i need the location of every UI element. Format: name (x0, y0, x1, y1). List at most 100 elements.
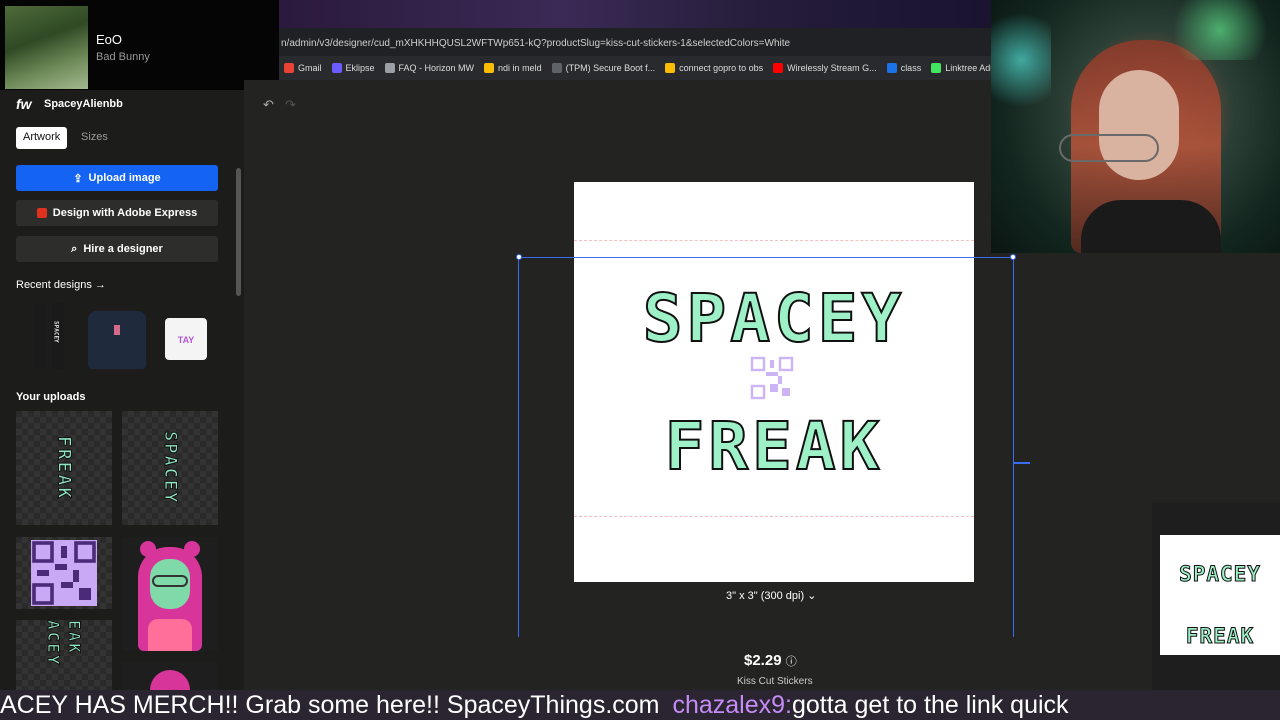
recent-designs-label: Recent designs (16, 279, 92, 291)
bookmark-favicon-icon (331, 63, 342, 73)
adobe-icon (36, 208, 47, 218)
bookmark-label: Gmail (298, 63, 322, 73)
mug-print: TAY (177, 335, 195, 345)
bookmark-favicon-icon (886, 63, 897, 73)
bookmark-favicon-icon (773, 63, 784, 73)
pants-image-leg: SPACEY (52, 303, 65, 369)
ticker-chat-user: chazalex9: (672, 691, 792, 719)
hire-designer-button[interactable]: ⌕ Hire a designer (16, 236, 218, 262)
bookmark-favicon-icon (384, 63, 395, 73)
address-bar[interactable]: n/admin/v3/designer/cud_mXHKHHQUSL2WFTWp… (279, 28, 991, 56)
bookmark-label: class (900, 63, 922, 73)
rotate-handle[interactable] (1014, 462, 1030, 464)
upload-spacey-freak-vertical[interactable]: ACEY EAK (16, 620, 112, 690)
alien-shirt (148, 619, 192, 651)
resize-handle-top-left[interactable] (516, 254, 522, 260)
bookmark-favicon-icon (551, 63, 562, 73)
chevron-down-icon: ⌄ (807, 590, 817, 602)
pants-image (34, 303, 46, 369)
upload-spacey-text: SPACEY (160, 431, 181, 505)
upload-spacey-vertical[interactable]: SPACEY (122, 411, 218, 525)
bookmark-favicon-icon (484, 63, 495, 73)
size-dropdown[interactable]: 3" x 3" (300 dpi) ⌄ (726, 589, 816, 602)
bookmark-label: Linktree Admin (945, 63, 991, 73)
bookmark-favicon-icon (665, 63, 676, 73)
preview-text-spacey: SPACEY (1179, 562, 1261, 587)
bookmark-item[interactable]: Linktree Admin (926, 63, 991, 73)
ticker-message: ACEY HAS MERCH!! Grab some here!! Spacey… (0, 691, 660, 719)
selection-border-top (519, 257, 1014, 258)
redo-icon[interactable]: ↷ (285, 97, 296, 113)
product-name: Kiss Cut Stickers (737, 676, 813, 687)
bookmark-item[interactable]: Eklipse (327, 63, 380, 73)
upload-alien-partial[interactable] (122, 662, 218, 690)
alien-partial-hair (150, 670, 190, 690)
resize-handle-top-right[interactable] (1010, 254, 1016, 260)
bookmark-item[interactable]: (TPM) Secure Boot f... (547, 63, 661, 73)
info-icon[interactable]: ⓘ (786, 656, 797, 668)
design-text-spacey[interactable]: SPACEY (578, 283, 970, 355)
bookmark-label: connect gopro to obs (679, 63, 764, 73)
upload-label: Upload image (88, 172, 161, 184)
streamer-glasses (1059, 134, 1159, 162)
adobe-label: Design with Adobe Express (52, 207, 198, 219)
alien-bun-left (140, 541, 156, 557)
music-artist: Bad Bunny (96, 51, 150, 63)
brand-logo: fw (16, 96, 32, 112)
hire-label: Hire a designer (83, 243, 163, 255)
qr-code-icon (31, 540, 97, 606)
recent-design-tshirt[interactable] (88, 311, 146, 369)
upload-icon: ⇪ (73, 172, 83, 185)
upload-image-button[interactable]: ⇪ Upload image (16, 165, 218, 191)
your-uploads-heading: Your uploads (16, 391, 86, 403)
price-display: $2.29 ⓘ (744, 652, 797, 669)
bookmarks-bar: Gmail Eklipse FAQ - Horizon MW ndi in meld (… (279, 56, 991, 80)
adobe-express-button[interactable]: Design with Adobe Express (16, 200, 218, 226)
qr-code-overlay[interactable] (750, 356, 794, 400)
upload-freak-text: FREAK (53, 435, 75, 501)
bookmark-label: ndi in meld (498, 63, 542, 73)
upload-eak-text: EAK (65, 620, 85, 655)
design-text-freak[interactable]: FREAK (578, 411, 970, 483)
upload-acey-text: ACEY (44, 620, 64, 667)
bookmark-label: (TPM) Secure Boot f... (565, 63, 656, 73)
selection-border-left (518, 257, 519, 637)
upload-alien-avatar[interactable] (122, 537, 218, 651)
selection-border-right (1013, 257, 1014, 637)
pants-print: SPACEY (52, 321, 60, 343)
store-name: SpaceyAlienbb (44, 98, 123, 110)
alien-glasses (152, 575, 188, 587)
recent-design-mug[interactable]: TAY (165, 318, 207, 360)
browser-tab-strip (279, 0, 991, 28)
webcam-light-left (991, 0, 1051, 120)
stream-ticker: ACEY HAS MERCH!! Grab some here!! Spacey… (0, 690, 1280, 720)
streamer-face (1099, 70, 1179, 180)
preview-text-freak: FREAK (1185, 624, 1255, 649)
safe-area-top-guide (574, 240, 974, 241)
bookmark-item[interactable]: Wirelessly Stream G... (768, 63, 882, 73)
price-value: $2.29 (744, 652, 782, 669)
album-art (5, 6, 88, 89)
bookmark-favicon-icon (931, 63, 942, 73)
recent-designs-link[interactable]: Recent designs → (16, 279, 106, 291)
bookmark-item[interactable]: ndi in meld (479, 63, 547, 73)
bookmark-label: Wirelessly Stream G... (787, 63, 877, 73)
music-title: EoO (96, 32, 123, 47)
bookmark-item[interactable]: class (882, 63, 927, 73)
upload-qr-code[interactable] (16, 537, 112, 609)
upload-freak-vertical[interactable]: FREAK (16, 411, 112, 525)
webcam-light-top (1160, 0, 1280, 60)
tab-artwork[interactable]: Artwork (16, 127, 68, 149)
tab-sizes[interactable]: Sizes (74, 127, 115, 149)
search-icon: ⌕ (71, 242, 78, 255)
undo-icon[interactable]: ↶ (263, 97, 274, 113)
ticker-chat-message: gotta get to the link quick (791, 691, 1069, 719)
bookmark-item[interactable]: Gmail (279, 63, 327, 73)
recent-design-pants[interactable]: SPACEY (28, 303, 68, 373)
streamer-body (1081, 200, 1221, 253)
sidebar-scrollbar[interactable] (236, 168, 241, 296)
arrow-right-icon: → (94, 279, 106, 291)
bookmark-item[interactable]: FAQ - Horizon MW (380, 63, 480, 73)
bookmark-item[interactable]: connect gopro to obs (660, 63, 768, 73)
safe-area-bottom-guide (574, 516, 974, 517)
